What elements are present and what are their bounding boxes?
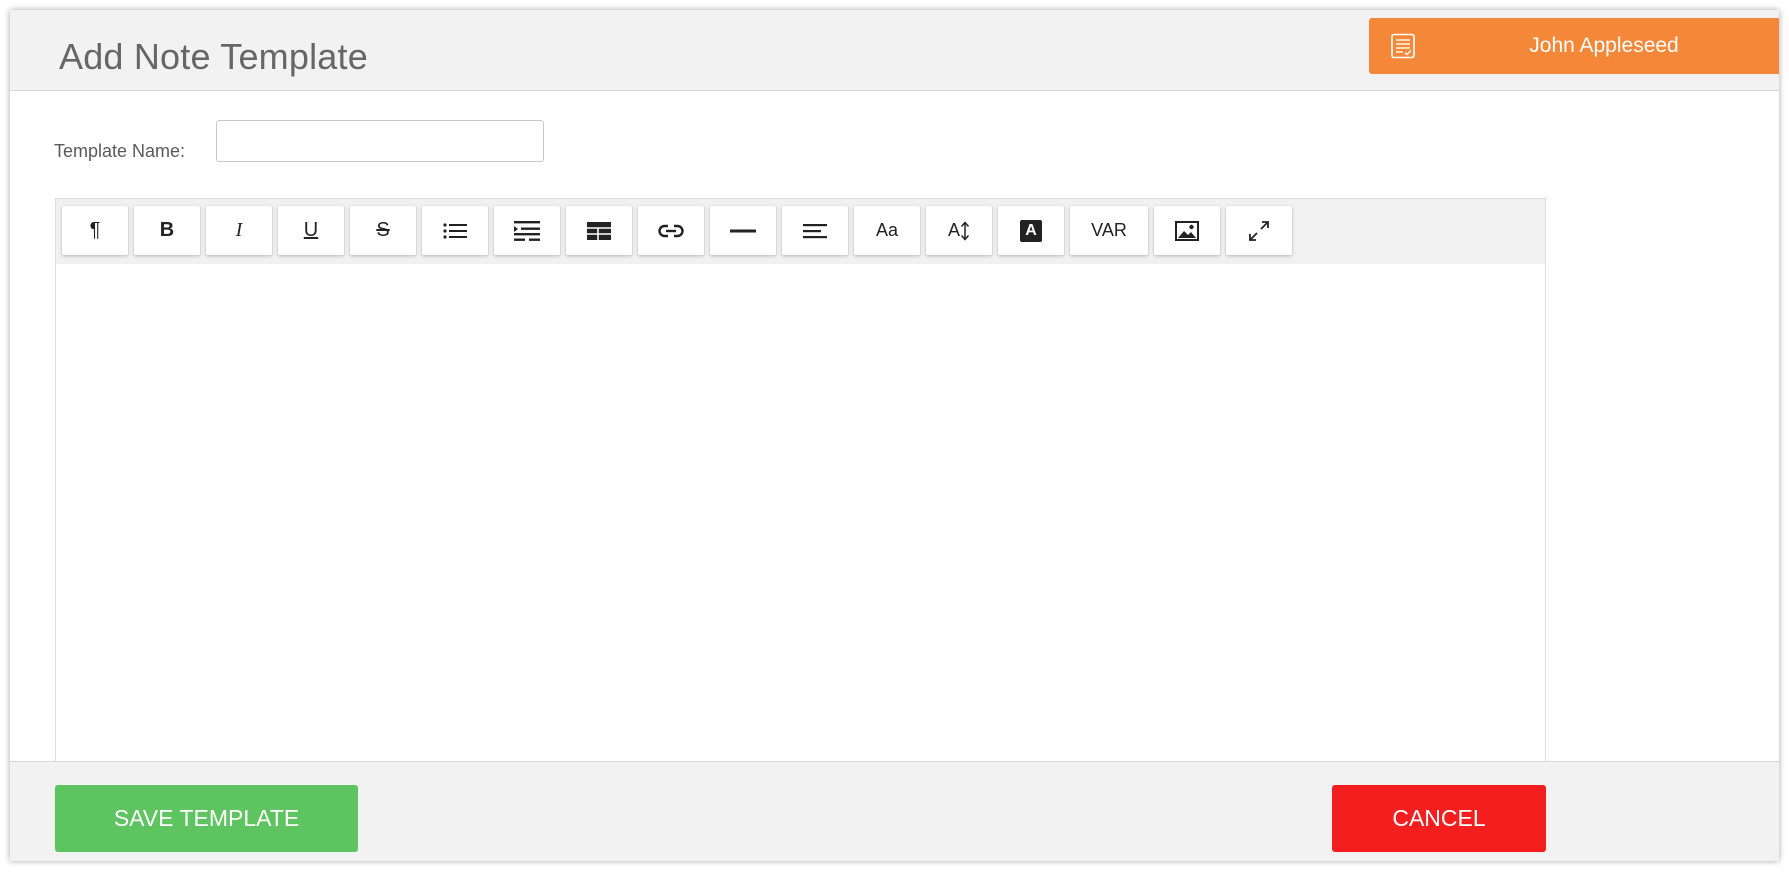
bullet-list-icon	[443, 222, 467, 240]
bold-button[interactable]: B	[134, 206, 200, 255]
paragraph-button[interactable]: ¶	[62, 206, 128, 255]
link-icon	[658, 223, 684, 239]
dialog-footer: SAVE TEMPLATE CANCEL	[10, 761, 1779, 861]
font-size-icon: Aa	[875, 220, 899, 240]
add-note-template-dialog: Add Note Template John Appleseed Templat…	[10, 10, 1779, 861]
bold-icon: B	[159, 219, 175, 241]
italic-icon: I	[235, 219, 243, 241]
editor-toolbar: ¶ B I U S Aa A A VAR	[56, 199, 1545, 264]
template-name-input[interactable]	[216, 120, 544, 162]
variable-text: VAR	[1091, 220, 1127, 240]
indent-button[interactable]	[494, 206, 560, 255]
text-color-icon: A	[1020, 219, 1042, 242]
table-icon	[587, 221, 611, 240]
strikethrough-button[interactable]: S	[350, 206, 416, 255]
pilcrow-icon: ¶	[89, 219, 101, 241]
line-height-glyph: A	[947, 219, 960, 240]
italic-button[interactable]: I	[206, 206, 272, 255]
text-color-button[interactable]: A	[998, 206, 1064, 255]
horizontal-rule-icon	[730, 228, 756, 234]
template-name-label: Template Name:	[54, 141, 186, 161]
bullet-list-button[interactable]	[422, 206, 488, 255]
image-button[interactable]	[1154, 206, 1220, 255]
variable-button[interactable]: VAR	[1070, 206, 1148, 255]
notes-list-icon	[1390, 33, 1416, 59]
user-menu-button[interactable]: John Appleseed	[1369, 18, 1779, 74]
user-name: John Appleseed	[1529, 34, 1679, 57]
fullscreen-button[interactable]	[1226, 206, 1292, 255]
indent-icon	[514, 220, 540, 242]
image-icon	[1175, 220, 1199, 241]
font-size-button[interactable]: Aa	[854, 206, 920, 255]
save-template-button[interactable]: SAVE TEMPLATE	[55, 785, 358, 852]
underline-button[interactable]: U	[278, 206, 344, 255]
cancel-button[interactable]: CANCEL	[1332, 785, 1546, 852]
page-title: Add Note Template	[59, 36, 368, 77]
align-button[interactable]	[782, 206, 848, 255]
align-left-icon	[803, 222, 827, 240]
horizontal-rule-button[interactable]	[710, 206, 776, 255]
link-button[interactable]	[638, 206, 704, 255]
table-button[interactable]	[566, 206, 632, 255]
line-height-button[interactable]: A	[926, 206, 992, 255]
strikethrough-icon: S	[376, 219, 390, 241]
expand-icon	[1248, 220, 1270, 242]
line-height-icon: A	[948, 220, 970, 241]
dialog-header: Add Note Template John Appleseed	[10, 10, 1779, 91]
underline-icon: U	[303, 219, 319, 241]
